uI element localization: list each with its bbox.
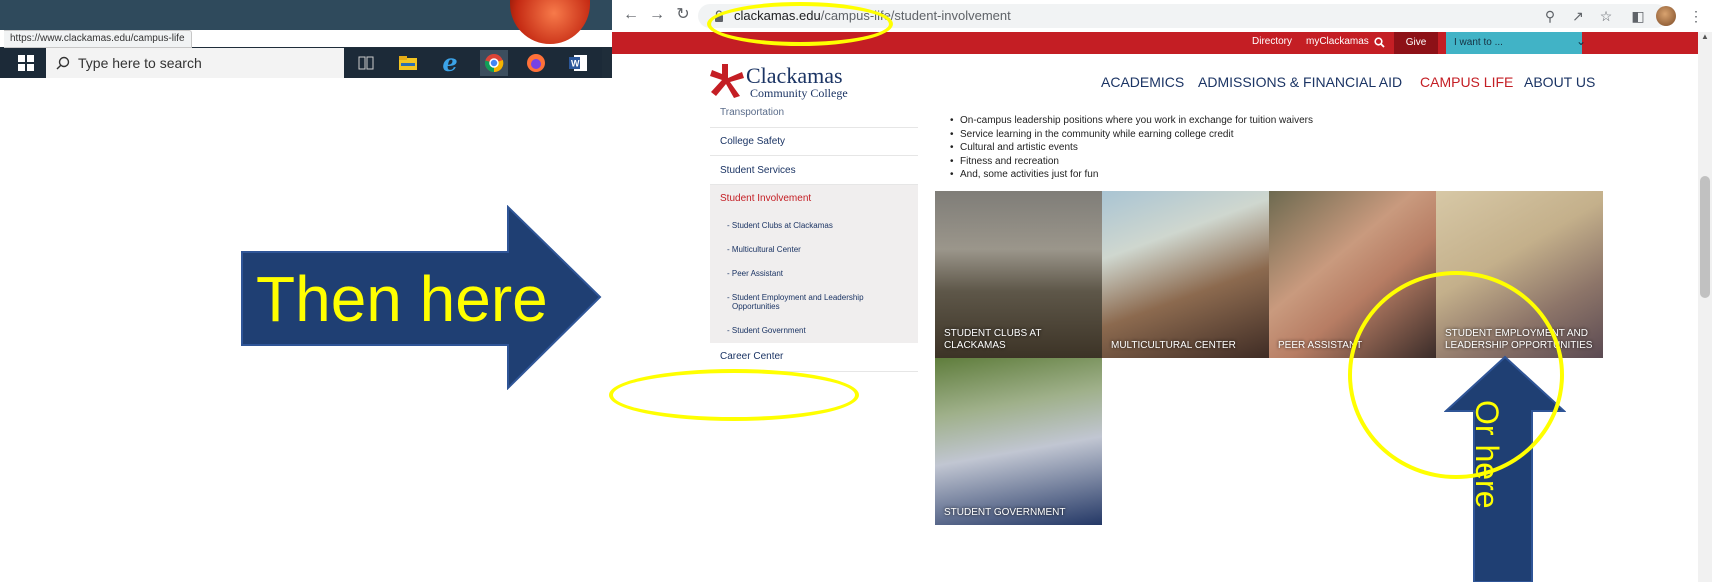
logo-subtitle: Community College (750, 86, 848, 100)
site-search-icon[interactable] (1374, 37, 1385, 48)
give-button[interactable]: Give (1394, 32, 1438, 54)
nav-academics[interactable]: ACADEMICS (1101, 74, 1184, 90)
scroll-up-arrow-icon[interactable]: ▲ (1701, 32, 1709, 41)
bullet-item: And, some activities just for fun (950, 168, 1313, 182)
sidebar-divider (710, 127, 918, 128)
sidebar-item-student-services[interactable]: Student Services (720, 165, 796, 176)
involvement-bullet-list: On-campus leadership positions where you… (950, 114, 1313, 182)
internet-explorer-icon[interactable]: e (436, 50, 464, 76)
bullet-item: Fitness and recreation (950, 155, 1313, 169)
profile-avatar[interactable] (1656, 6, 1676, 26)
nav-campus-life[interactable]: CAMPUS LIFE (1420, 74, 1513, 90)
nav-about-us[interactable]: ABOUT US (1524, 74, 1595, 90)
reload-icon[interactable]: ↻ (672, 4, 694, 26)
side-panel-icon[interactable]: ◧ (1628, 6, 1648, 26)
scrollbar-track[interactable] (1698, 32, 1712, 582)
firefox-icon[interactable] (522, 50, 550, 76)
sidebar-item-transportation[interactable]: Transportation (720, 107, 784, 118)
myclackamas-link[interactable]: myClackamas (1306, 36, 1369, 47)
forward-arrow-icon[interactable]: → (646, 4, 668, 26)
highlight-ellipse-tile (1348, 271, 1564, 479)
back-arrow-icon[interactable]: ← (620, 4, 642, 26)
scrollbar-thumb[interactable] (1700, 176, 1710, 298)
tile-caption: STUDENT CLUBS AT CLACKAMAS (944, 328, 1042, 351)
sidebar-divider (710, 155, 918, 156)
word-icon[interactable]: W (564, 50, 592, 76)
sidebar-item-student-involvement[interactable]: Student Involvement (720, 193, 811, 204)
status-bar-url: https://www.clackamas.edu/campus-life (4, 30, 192, 48)
tile-caption: PEER ASSISTANT (1278, 340, 1363, 351)
sidebar-subitem-student-employment-line2[interactable]: Opportunities (732, 302, 780, 311)
sidebar-subitem-student-clubs[interactable]: - Student Clubs at Clackamas (727, 221, 833, 230)
search-icon (56, 56, 70, 70)
then-here-label: Then here (256, 263, 548, 335)
i-want-to-dropdown[interactable]: I want to ... (1446, 32, 1582, 54)
nav-admissions[interactable]: ADMISSIONS & FINANCIAL AID (1198, 74, 1402, 90)
college-logo-icon[interactable] (708, 62, 748, 98)
search-placeholder: Type here to search (78, 55, 202, 71)
start-button[interactable] (8, 48, 44, 78)
directory-link[interactable]: Directory (1252, 36, 1292, 47)
taskbar-search-box[interactable]: Type here to search (46, 48, 344, 78)
tile-student-clubs[interactable]: STUDENT CLUBS AT CLACKAMAS (935, 191, 1102, 358)
bullet-item: On-campus leadership positions where you… (950, 114, 1313, 128)
sidebar-subitem-student-government[interactable]: - Student Government (727, 326, 806, 335)
sidebar-item-career-center[interactable]: Career Center (720, 351, 783, 362)
sidebar-subitem-student-employment[interactable]: - Student Employment and Leadership (727, 293, 864, 302)
sidebar-subitem-peer-assistant[interactable]: - Peer Assistant (727, 269, 783, 278)
bullet-item: Service learning in the community while … (950, 128, 1313, 142)
windows-icon (18, 55, 34, 71)
highlight-ellipse-url (707, 2, 893, 46)
svg-text:W: W (571, 59, 580, 69)
sidebar-subitem-multicultural[interactable]: - Multicultural Center (727, 245, 801, 254)
zoom-icon[interactable]: ⚲ (1540, 6, 1560, 26)
sidebar-item-college-safety[interactable]: College Safety (720, 136, 785, 147)
sidebar-active-section (710, 185, 918, 343)
tile-multicultural-center[interactable]: MULTICULTURAL CENTER (1102, 191, 1269, 358)
tile-student-government[interactable]: STUDENT GOVERNMENT (935, 358, 1102, 525)
highlight-ellipse-sidebar (609, 369, 859, 421)
file-explorer-icon[interactable] (394, 50, 422, 76)
bullet-item: Cultural and artistic events (950, 141, 1313, 155)
share-icon[interactable]: ↗ (1568, 6, 1588, 26)
bookmark-star-icon[interactable]: ☆ (1596, 6, 1616, 26)
task-view-icon[interactable] (352, 50, 380, 76)
tile-caption: MULTICULTURAL CENTER (1111, 340, 1236, 351)
chrome-icon[interactable] (480, 50, 508, 76)
chevron-down-icon: ⌄ (1576, 34, 1587, 48)
tile-caption: STUDENT GOVERNMENT (944, 507, 1066, 518)
more-menu-icon[interactable]: ⋮ (1686, 6, 1706, 26)
